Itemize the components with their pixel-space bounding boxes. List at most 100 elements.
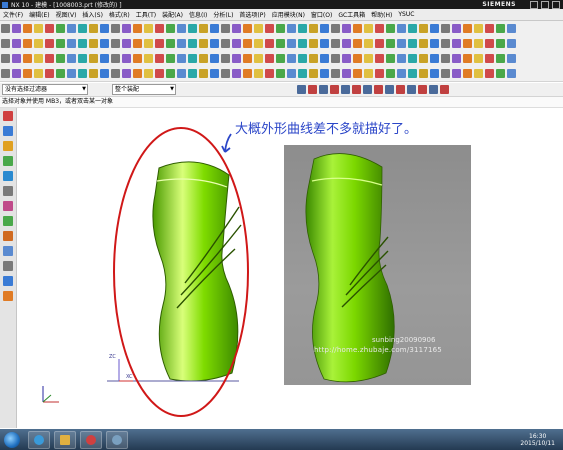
feature-tool-icon[interactable] — [144, 39, 153, 48]
surface-tool-icon[interactable] — [56, 69, 65, 78]
standard-tool-icon[interactable] — [342, 24, 351, 33]
surface-tool-icon[interactable] — [408, 69, 417, 78]
standard-tool-icon[interactable] — [463, 24, 472, 33]
standard-tool-icon[interactable] — [430, 24, 439, 33]
feature-tool-icon[interactable] — [474, 39, 483, 48]
curve-tool-icon[interactable] — [199, 54, 208, 63]
surface-tool-icon[interactable] — [375, 69, 384, 78]
standard-tool-icon[interactable] — [45, 24, 54, 33]
surface-tool-icon[interactable] — [177, 69, 186, 78]
resource-tab-icon[interactable] — [3, 141, 13, 151]
standard-tool-icon[interactable] — [133, 24, 142, 33]
standard-tool-icon[interactable] — [199, 24, 208, 33]
curve-tool-icon[interactable] — [1, 54, 10, 63]
menu-gc-toolbox[interactable]: GC工具箱 — [335, 10, 368, 19]
menu-format[interactable]: 格式(R) — [106, 10, 133, 19]
menu-info[interactable]: 信息(I) — [186, 10, 210, 19]
curve-tool-icon[interactable] — [474, 54, 483, 63]
menu-view[interactable]: 视图(V) — [53, 10, 80, 19]
resource-tab-icon[interactable] — [3, 276, 13, 286]
surface-tool-icon[interactable] — [397, 69, 406, 78]
curve-tool-icon[interactable] — [342, 54, 351, 63]
curve-tool-icon[interactable] — [34, 54, 43, 63]
taskbar-app-search[interactable] — [28, 430, 50, 449]
curve-tool-icon[interactable] — [463, 54, 472, 63]
feature-tool-icon[interactable] — [254, 39, 263, 48]
feature-tool-icon[interactable] — [375, 39, 384, 48]
curve-tool-icon[interactable] — [243, 54, 252, 63]
curve-tool-icon[interactable] — [254, 54, 263, 63]
surface-tool-icon[interactable] — [133, 69, 142, 78]
surface-tool-icon[interactable] — [309, 69, 318, 78]
menu-window[interactable]: 窗口(O) — [308, 10, 335, 19]
feature-tool-icon[interactable] — [155, 39, 164, 48]
menu-ysuc[interactable]: YSUC — [395, 11, 417, 18]
curve-tool-icon[interactable] — [166, 54, 175, 63]
surface-tool-icon[interactable] — [419, 69, 428, 78]
resource-tab-icon[interactable] — [3, 291, 13, 301]
standard-tool-icon[interactable] — [221, 24, 230, 33]
curve-tool-icon[interactable] — [67, 54, 76, 63]
resource-tab-icon[interactable] — [3, 201, 13, 211]
taskbar-app-explorer[interactable] — [54, 430, 76, 449]
menu-assembly[interactable]: 装配(A) — [159, 10, 186, 19]
resource-tab-icon[interactable] — [3, 231, 13, 241]
surface-tool-icon[interactable] — [67, 69, 76, 78]
feature-tool-icon[interactable] — [364, 39, 373, 48]
standard-tool-icon[interactable] — [111, 24, 120, 33]
standard-tool-icon[interactable] — [375, 24, 384, 33]
curve-tool-icon[interactable] — [210, 54, 219, 63]
standard-tool-icon[interactable] — [210, 24, 219, 33]
surface-tool-icon[interactable] — [298, 69, 307, 78]
tray-clock[interactable]: 16:30 2015/10/11 — [520, 433, 555, 447]
surface-tool-icon[interactable] — [210, 69, 219, 78]
standard-tool-icon[interactable] — [243, 24, 252, 33]
menu-edit[interactable]: 编辑(E) — [26, 10, 52, 19]
curve-tool-icon[interactable] — [331, 54, 340, 63]
surface-tool-icon[interactable] — [254, 69, 263, 78]
snap-point-icon[interactable] — [429, 85, 438, 94]
surface-tool-icon[interactable] — [155, 69, 164, 78]
curve-tool-icon[interactable] — [23, 54, 32, 63]
standard-tool-icon[interactable] — [166, 24, 175, 33]
surface-tool-icon[interactable] — [463, 69, 472, 78]
minimize-button[interactable] — [530, 0, 538, 9]
standard-tool-icon[interactable] — [507, 24, 516, 33]
curve-tool-icon[interactable] — [441, 54, 450, 63]
resource-tab-icon[interactable] — [3, 156, 13, 166]
feature-tool-icon[interactable] — [111, 39, 120, 48]
curve-tool-icon[interactable] — [309, 54, 318, 63]
surface-tool-icon[interactable] — [452, 69, 461, 78]
surface-tool-icon[interactable] — [78, 69, 87, 78]
snap-point-icon[interactable] — [319, 85, 328, 94]
feature-tool-icon[interactable] — [12, 39, 21, 48]
standard-tool-icon[interactable] — [144, 24, 153, 33]
feature-tool-icon[interactable] — [23, 39, 32, 48]
feature-tool-icon[interactable] — [56, 39, 65, 48]
feature-tool-icon[interactable] — [441, 39, 450, 48]
resource-tab-icon[interactable] — [3, 261, 13, 271]
surface-tool-icon[interactable] — [507, 69, 516, 78]
feature-tool-icon[interactable] — [133, 39, 142, 48]
feature-tool-icon[interactable] — [243, 39, 252, 48]
standard-tool-icon[interactable] — [452, 24, 461, 33]
curve-tool-icon[interactable] — [265, 54, 274, 63]
standard-tool-icon[interactable] — [12, 24, 21, 33]
feature-tool-icon[interactable] — [320, 39, 329, 48]
feature-tool-icon[interactable] — [177, 39, 186, 48]
surface-tool-icon[interactable] — [12, 69, 21, 78]
curve-tool-icon[interactable] — [386, 54, 395, 63]
curve-tool-icon[interactable] — [408, 54, 417, 63]
surface-tool-icon[interactable] — [474, 69, 483, 78]
standard-tool-icon[interactable] — [1, 24, 10, 33]
curve-tool-icon[interactable] — [78, 54, 87, 63]
standard-tool-icon[interactable] — [78, 24, 87, 33]
curve-tool-icon[interactable] — [155, 54, 164, 63]
feature-tool-icon[interactable] — [397, 39, 406, 48]
surface-tool-icon[interactable] — [221, 69, 230, 78]
standard-tool-icon[interactable] — [364, 24, 373, 33]
snap-point-icon[interactable] — [396, 85, 405, 94]
curve-tool-icon[interactable] — [122, 54, 131, 63]
feature-tool-icon[interactable] — [430, 39, 439, 48]
resource-tab-icon[interactable] — [3, 246, 13, 256]
